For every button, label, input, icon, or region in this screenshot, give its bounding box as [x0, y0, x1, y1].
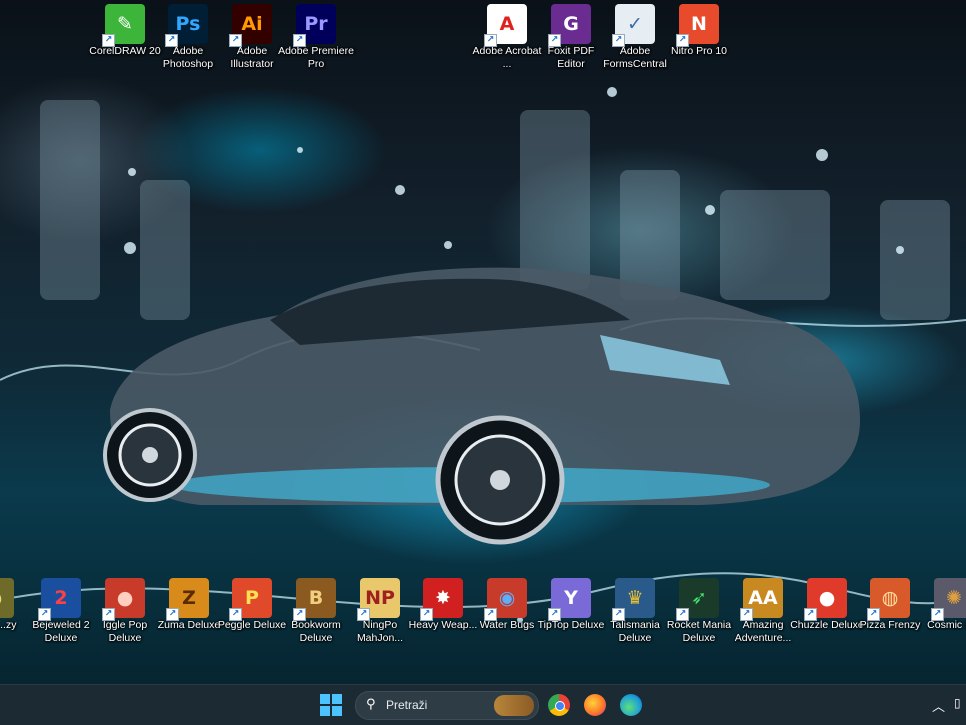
- shortcut-arrow-icon: ↗: [867, 608, 880, 621]
- desktop-icon-cosmic-bugs[interactable]: ✺↗Cosmic B...: [916, 578, 966, 632]
- pizza-frenzy-icon: ◍ ↗: [867, 578, 910, 621]
- photoshop-icon: Ps ↗: [165, 4, 208, 47]
- shortcut-arrow-icon: ↗: [166, 608, 179, 621]
- peggle-icon: P ↗: [229, 578, 272, 621]
- shortcut-arrow-icon: ↗: [676, 608, 689, 621]
- shortcut-arrow-icon: ↗: [612, 34, 625, 47]
- shortcut-arrow-icon: ↗: [293, 34, 306, 47]
- search-icon: ⚲: [366, 697, 376, 712]
- windows-logo-pane: [332, 694, 342, 704]
- heavy-weapon-icon: ✸ ↗: [420, 578, 463, 621]
- shortcut-arrow-icon: ↗: [612, 608, 625, 621]
- chrome-center: [555, 701, 565, 711]
- illustrator-icon: Ai ↗: [229, 4, 272, 47]
- tray-chevron-up-icon[interactable]: ︿: [932, 696, 945, 715]
- bejeweled-2-icon: 2 ↗: [38, 578, 81, 621]
- desktop-icon-label: Nitro Pro 10: [670, 45, 728, 57]
- windows-logo-icon: [320, 694, 330, 704]
- rocket-mania-icon: ➶ ↗: [676, 578, 719, 621]
- shortcut-arrow-icon: ↗: [293, 608, 306, 621]
- search-placeholder: Pretraži: [386, 698, 428, 712]
- formscentral-icon: ✓ ↗: [612, 4, 655, 47]
- cosmic-bugs-icon: ✺ ↗: [931, 578, 966, 621]
- ningpo-icon: NP ↗: [357, 578, 400, 621]
- shortcut-arrow-icon: ↗: [484, 34, 497, 47]
- shortcut-arrow-icon: ↗: [229, 608, 242, 621]
- shortcut-arrow-icon: ↗: [804, 608, 817, 621]
- shortcut-arrow-icon: ↗: [165, 34, 178, 47]
- tiptop-icon: Y ↗: [548, 578, 591, 621]
- shortcut-arrow-icon: ↗: [357, 608, 370, 621]
- tray-overflow-icon[interactable]: ▯: [954, 696, 961, 710]
- shortcut-arrow-icon: ↗: [102, 608, 115, 621]
- shortcut-arrow-icon: ↗: [740, 608, 753, 621]
- shortcut-arrow-icon: ↗: [420, 608, 433, 621]
- nitro-icon: N ↗: [676, 4, 719, 47]
- acrobat-icon: A ↗: [484, 4, 527, 47]
- water-bugs-icon: ◉ ↗: [484, 578, 527, 621]
- shortcut-arrow-icon: ↗: [676, 34, 689, 47]
- edge-icon[interactable]: [620, 694, 642, 716]
- bookworm-icon: B ↗: [293, 578, 336, 621]
- start-button[interactable]: [320, 694, 342, 716]
- premiere-icon: Pr ↗: [293, 4, 336, 47]
- desktop-icon-premiere[interactable]: Pr ↗ Adobe Premiere Pro: [278, 4, 354, 71]
- search-highlight-image: [494, 695, 534, 716]
- shortcut-arrow-icon: ↗: [38, 608, 51, 621]
- amazing-frenzy-icon: ●↗: [0, 578, 14, 618]
- amazing-adventures-icon: AA ↗: [740, 578, 783, 621]
- iggle-pop-icon: ● ↗: [102, 578, 145, 621]
- talismania-icon: ♛ ↗: [612, 578, 655, 621]
- shortcut-arrow-icon: ↗: [229, 34, 242, 47]
- windows-logo-pane: [332, 706, 342, 716]
- shortcut-arrow-icon: ↗: [484, 608, 497, 621]
- shortcut-arrow-icon: ↗: [102, 34, 115, 47]
- chuzzle-icon: ● ↗: [804, 578, 847, 621]
- chrome-icon[interactable]: [548, 694, 570, 716]
- desktop-icon-nitro[interactable]: N ↗ Nitro Pro 10: [661, 4, 737, 58]
- coreldraw-icon: ✎ ↗: [102, 4, 145, 47]
- shortcut-arrow-icon: ↗: [548, 608, 561, 621]
- shortcut-arrow-icon: ↗: [548, 34, 561, 47]
- foxit-icon: G ↗: [548, 4, 591, 47]
- windows-logo-pane: [320, 706, 330, 716]
- shortcut-arrow-icon: ↗: [931, 608, 944, 621]
- desktop-icon-label: Adobe Premiere Pro: [278, 45, 354, 70]
- taskbar: ⚲ Pretraži ︿ ▯: [0, 684, 966, 725]
- zuma-icon: Z ↗: [166, 578, 209, 621]
- firefox-icon[interactable]: [584, 694, 606, 716]
- taskbar-search-box[interactable]: ⚲ Pretraži: [355, 691, 539, 720]
